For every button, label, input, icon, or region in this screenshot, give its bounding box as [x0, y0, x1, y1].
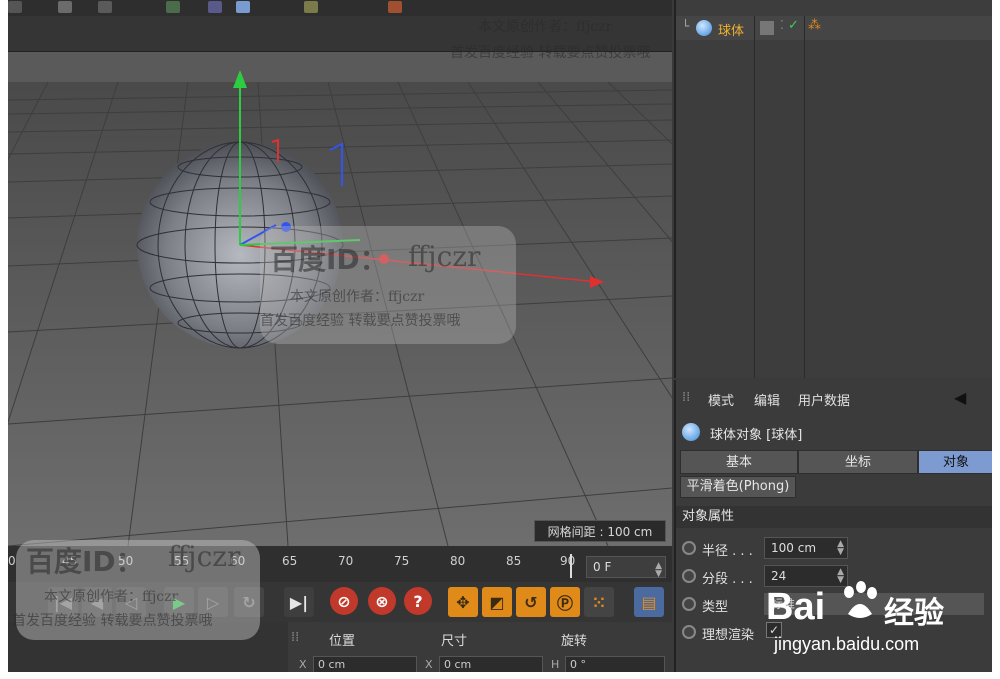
- watermark-notice-bottom: 首发百度经验 转载要点赞投票哦: [12, 613, 213, 629]
- grip-icon: ⁞⁞: [291, 630, 300, 645]
- layer-icon[interactable]: [760, 21, 774, 35]
- tab-basic[interactable]: 基本: [680, 450, 798, 474]
- move-tool-icon[interactable]: [58, 1, 72, 13]
- object-title: 球体对象 [球体]: [710, 428, 803, 443]
- spinner-arrows-icon[interactable]: ▲ ▼: [837, 540, 844, 557]
- size-x-field[interactable]: 0 cm: [439, 656, 543, 672]
- render-icon[interactable]: [98, 1, 112, 13]
- grip-icon: ⁞⁞: [682, 390, 691, 405]
- timeline-tick: 90: [560, 554, 576, 568]
- coordinates-header: ⁞⁞ 位置 尺寸 旋转: [291, 628, 667, 650]
- enabled-check-icon[interactable]: ✓: [788, 18, 799, 33]
- radius-label: 半径 . . .: [702, 544, 753, 559]
- radius-row: 半径 . . . 100 cm ▲ ▼: [680, 536, 992, 560]
- column-divider: [804, 16, 805, 378]
- watermark-id-bottom: ffjczr: [168, 540, 241, 573]
- keyframe-selection-icon[interactable]: ?: [404, 587, 432, 615]
- parameter-key-icon[interactable]: Ⓟ: [550, 587, 580, 617]
- timeline-tick: 70: [338, 554, 354, 568]
- size-header: 尺寸: [441, 634, 468, 649]
- tag-icon[interactable]: ⁂: [808, 18, 821, 33]
- watermark-notice: 首发百度经验 转载要点赞投票哦: [260, 313, 461, 329]
- timeline-tick: 80: [450, 554, 466, 568]
- film-strip-icon[interactable]: ▤: [634, 587, 664, 617]
- playhead[interactable]: [570, 554, 572, 578]
- end-frame-field[interactable]: 0 F ▲ ▼: [586, 556, 666, 579]
- position-x-field[interactable]: 0 cm: [313, 656, 417, 672]
- watermark-author-top: 本文原创作者：ffjczr: [478, 19, 613, 35]
- logo-cn-text: 经验: [884, 596, 944, 631]
- animate-radio[interactable]: [682, 597, 696, 611]
- axis-label: H: [551, 658, 560, 671]
- coordinates-fields: X 0 cm X 0 cm H 0 °: [291, 656, 667, 672]
- radius-input[interactable]: 100 cm ▲ ▼: [764, 537, 848, 559]
- position-header: 位置: [329, 634, 356, 649]
- pen-icon[interactable]: [208, 1, 222, 13]
- baidu-jingyan-logo: Bai 经验 jingyan.baidu.com: [766, 580, 996, 660]
- rotate-key-icon[interactable]: ↺: [516, 587, 546, 617]
- watermark-author: 本文原创作者：ffjczr: [290, 289, 425, 305]
- attribute-title: 球体对象 [球体]: [676, 420, 992, 444]
- scale-key-icon[interactable]: ◩: [482, 587, 512, 617]
- go-to-end-icon[interactable]: ▶|: [284, 587, 314, 617]
- watermark-id: ffjczr: [408, 240, 481, 273]
- menu-mode[interactable]: 模式: [708, 390, 734, 409]
- timeline-tick: 85: [506, 554, 522, 568]
- tab-phong[interactable]: 平滑着色(Phong): [680, 476, 796, 498]
- undo-icon[interactable]: [8, 1, 22, 13]
- record-key-icon[interactable]: ⊘: [330, 587, 358, 615]
- axis-label: X: [299, 658, 307, 671]
- hierarchy-line-icon: └: [682, 19, 690, 33]
- visibility-dots-icon[interactable]: ⁚: [780, 18, 784, 32]
- watermark-notice-top: 首发百度经验 转载要点赞投票哦: [450, 45, 651, 61]
- watermark-brand: 百度ID：: [270, 243, 388, 276]
- object-manager: └ 球体 ⁚ ✓ ⁂: [674, 0, 992, 378]
- column-divider: [754, 16, 755, 378]
- tab-coordinates[interactable]: 坐标: [798, 450, 918, 474]
- animate-radio[interactable]: [682, 625, 696, 639]
- auto-key-icon[interactable]: ⊗: [368, 587, 396, 615]
- point-level-icon[interactable]: ⁙: [584, 587, 614, 617]
- segments-label: 分段 . . .: [702, 572, 753, 587]
- timeline-tick: 65: [282, 554, 298, 568]
- menu-user-data[interactable]: 用户数据: [798, 390, 850, 409]
- render-perfect-label: 理想渲染: [702, 628, 755, 643]
- sphere-object-icon: [682, 423, 700, 441]
- scene-icon[interactable]: [388, 1, 402, 13]
- watermark-brand-bottom: 百度ID：: [26, 545, 144, 578]
- sphere-object-icon: [696, 20, 712, 36]
- move-key-icon[interactable]: ✥: [448, 587, 478, 617]
- end-frame-value: 0 F: [593, 560, 612, 574]
- animate-radio[interactable]: [682, 541, 696, 555]
- attribute-tabs: 基本 坐标 对象: [680, 450, 992, 474]
- tab-object[interactable]: 对象: [918, 450, 992, 474]
- cinema4d-window: 网格间距 : 100 cm 0 45 50 55 60 65 70 75 80 …: [8, 0, 992, 672]
- back-arrow-icon[interactable]: ◀: [954, 388, 966, 407]
- logo-text: Bai: [766, 586, 826, 628]
- object-properties-header: 对象属性: [676, 506, 992, 528]
- subdivide-icon[interactable]: [236, 1, 250, 13]
- timeline-tick: 0: [8, 554, 16, 568]
- radius-value: 100 cm: [771, 541, 817, 555]
- object-name[interactable]: 球体: [718, 20, 744, 39]
- cube-icon[interactable]: [166, 1, 180, 13]
- logo-url: jingyan.baidu.com: [774, 634, 920, 654]
- attribute-menu-bar: ⁞⁞ 模式 编辑 用户数据 ◀: [676, 384, 992, 412]
- rotation-header: 旋转: [561, 634, 588, 649]
- type-label: 类型: [702, 600, 729, 615]
- timeline-tick: 75: [394, 554, 410, 568]
- spinner-arrows-icon[interactable]: ▲ ▼: [655, 562, 662, 579]
- axis-label: X: [425, 658, 433, 671]
- paw-icon: [838, 580, 882, 624]
- animate-radio[interactable]: [682, 569, 696, 583]
- menu-edit[interactable]: 编辑: [754, 390, 780, 409]
- deformer-icon[interactable]: [304, 1, 318, 13]
- main-toolbar: [8, 0, 672, 16]
- rotation-h-field[interactable]: 0 °: [565, 656, 665, 672]
- object-row-sphere[interactable]: └ 球体 ⁚ ✓ ⁂: [676, 16, 992, 40]
- watermark-author-bottom: 本文原创作者：ffjczr: [44, 589, 179, 605]
- grid-spacing-label: 网格间距 : 100 cm: [534, 520, 666, 542]
